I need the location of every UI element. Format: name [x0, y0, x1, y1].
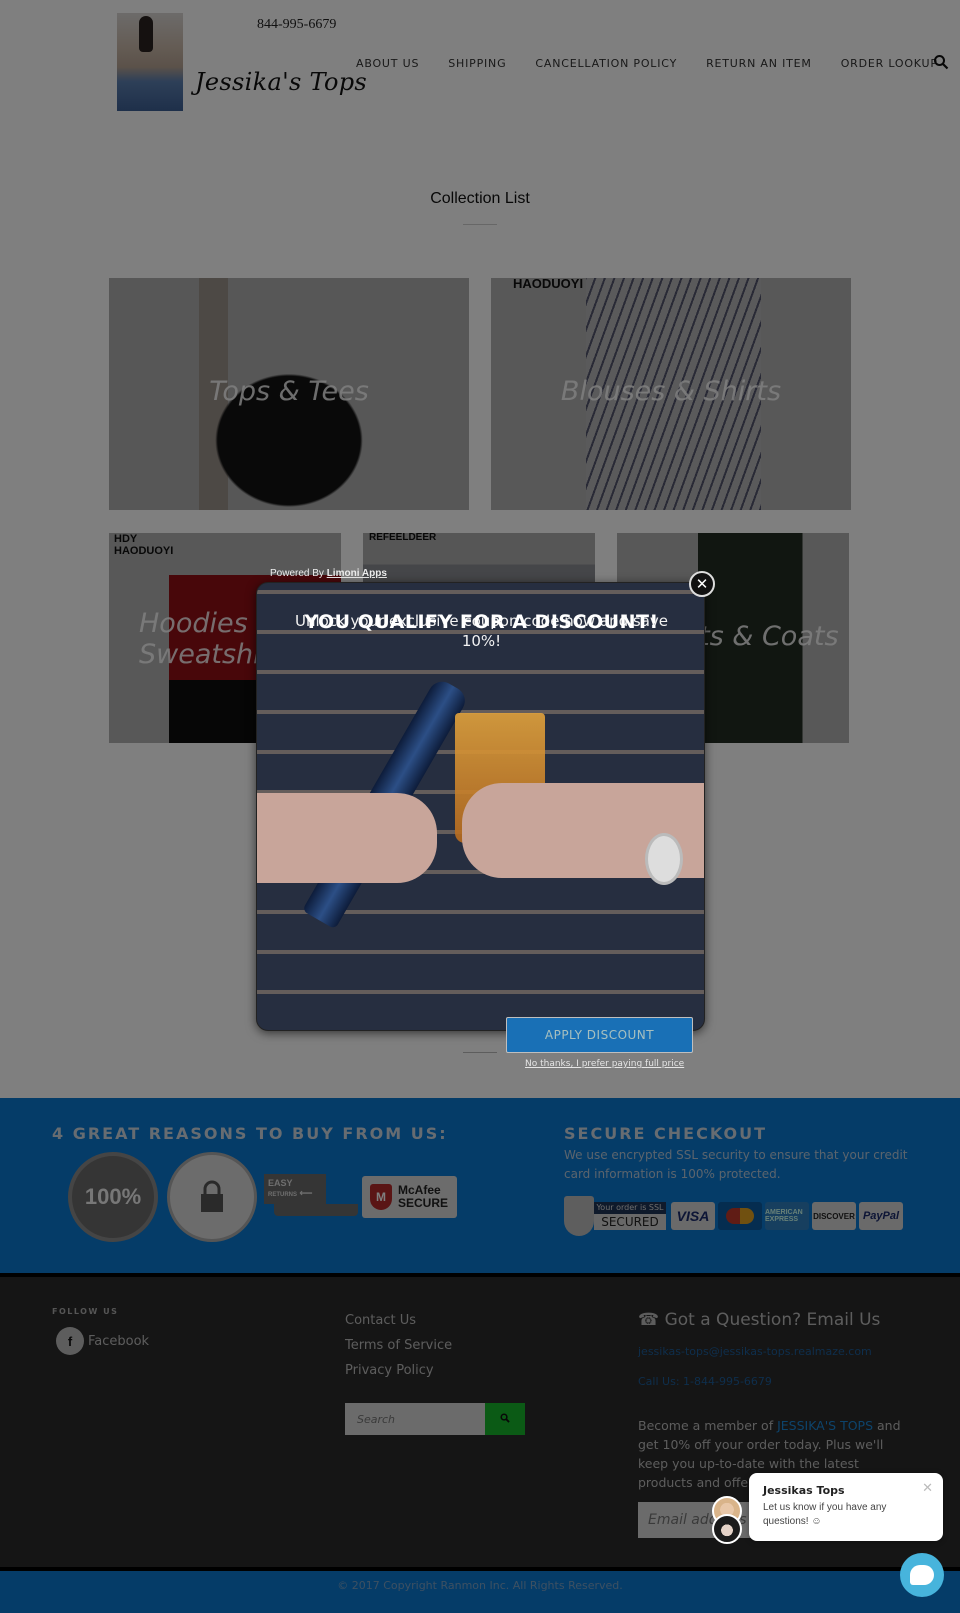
close-icon[interactable]: ✕ — [689, 571, 715, 597]
chat-greeting[interactable]: Jessikas Tops Let us know if you have an… — [749, 1473, 943, 1541]
powered-by: Powered By Limoni Apps — [270, 568, 387, 579]
limoni-apps-link[interactable]: Limoni Apps — [327, 568, 387, 579]
discount-popup: Unlock your exclusive coupon code now an… — [256, 582, 705, 1031]
chat-store-name: Jessikas Tops — [763, 1484, 845, 1497]
agent-avatar — [712, 1514, 742, 1544]
close-icon[interactable]: ✕ — [922, 1481, 933, 1496]
decline-discount-link[interactable]: No thanks, I prefer paying full price — [525, 1059, 684, 1069]
chat-bubble-icon — [910, 1565, 934, 1585]
popup-title: YOU QUALIFY FOR A DISCOUNT! — [304, 611, 659, 633]
chat-launcher-button[interactable] — [900, 1553, 944, 1597]
apply-discount-button[interactable]: APPLY DISCOUNT — [506, 1017, 693, 1053]
chat-message: Let us know if you have any questions! ☺ — [763, 1502, 887, 1527]
